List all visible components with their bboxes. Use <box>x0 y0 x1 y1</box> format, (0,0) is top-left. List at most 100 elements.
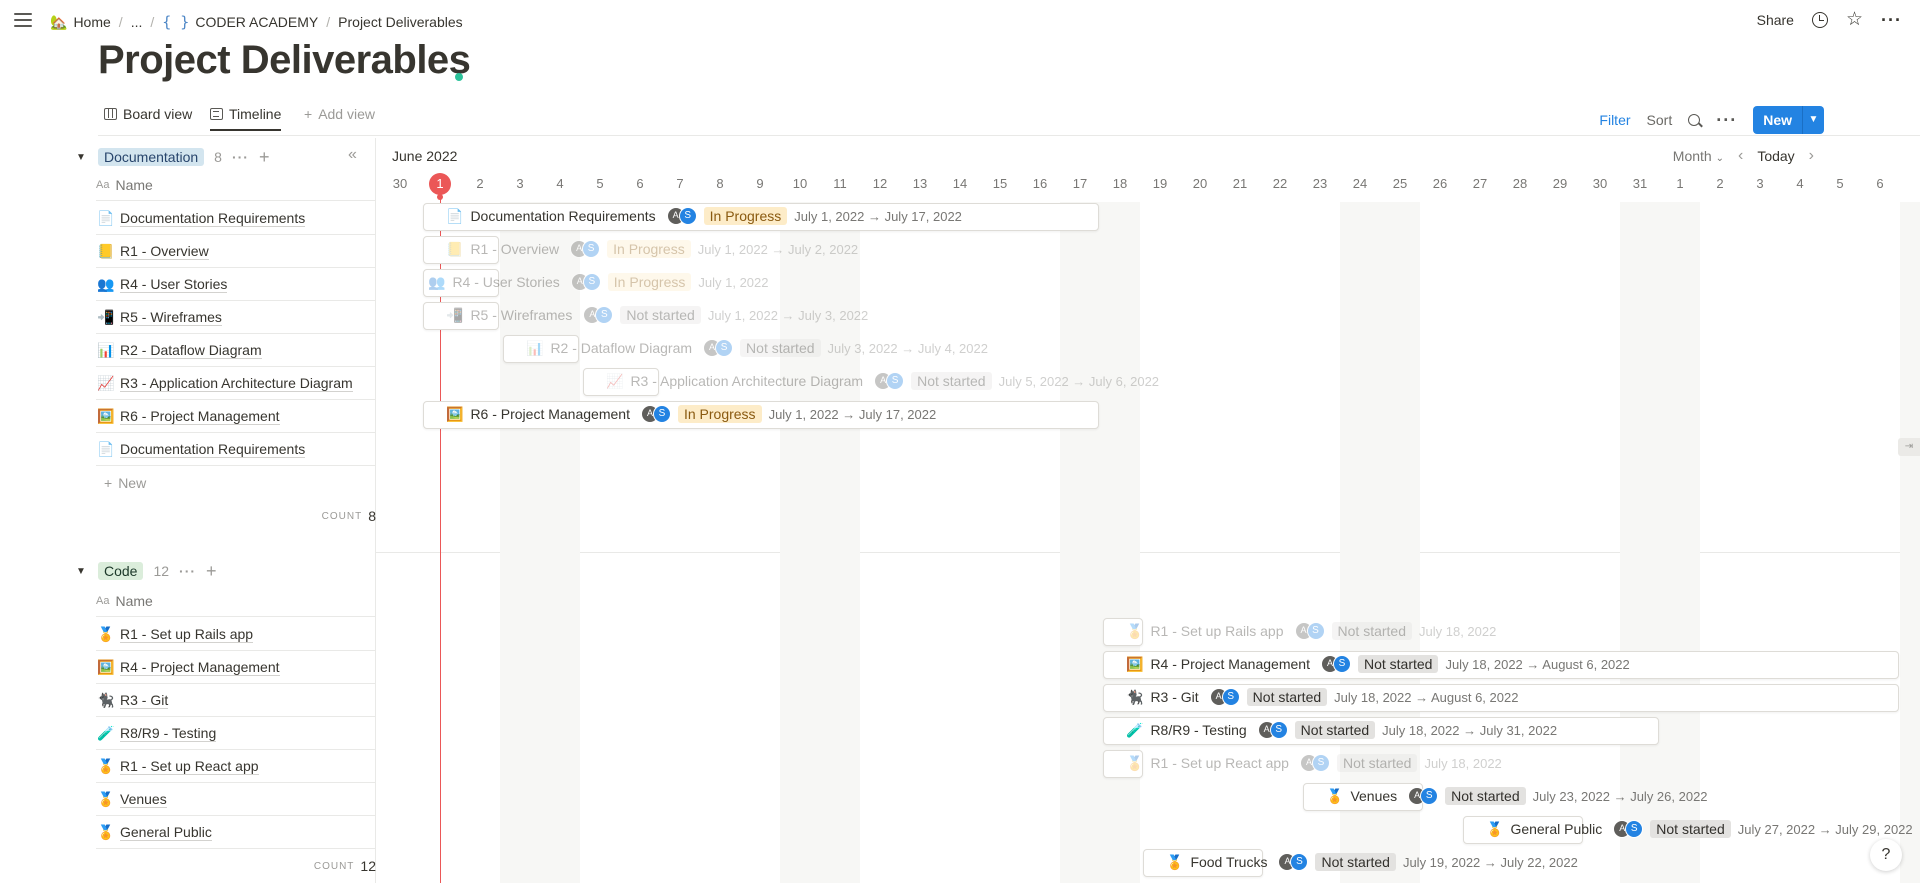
timeline-bar-content[interactable]: 📊 R2 - Dataflow Diagram A S Not started July … <box>526 339 988 357</box>
assignee-avatars[interactable]: AS <box>703 339 734 357</box>
breadcrumb-ellipsis[interactable]: ... <box>131 14 143 30</box>
next-arrow-icon[interactable]: › <box>1809 147 1814 165</box>
assignee-avatars[interactable]: AS <box>666 207 697 225</box>
group-name-code[interactable]: Code <box>98 562 144 580</box>
group-name-documentation[interactable]: Documentation <box>98 148 205 166</box>
table-row[interactable]: 📄 Documentation Requirements <box>96 202 376 235</box>
group-add-icon[interactable]: + <box>259 148 270 166</box>
timeline-bar-content[interactable]: 👥 R4 - User Stories A S In Progress July 1, 2… <box>428 273 769 291</box>
group-add-icon[interactable]: + <box>206 562 217 580</box>
status-badge[interactable]: Not started <box>1246 688 1328 706</box>
assignee-avatars[interactable]: AS <box>1209 688 1240 706</box>
collapse-triangle-icon[interactable]: ▼ <box>76 566 88 577</box>
menu-icon[interactable] <box>14 13 32 29</box>
count-footer[interactable]: COUNT 12 <box>96 851 376 881</box>
chevron-down-icon[interactable]: ▼ <box>1802 106 1824 134</box>
timeline-bar-content[interactable]: 🖼️ R6 - Project Management A S In Progress Ju… <box>446 405 936 423</box>
collapse-panel-icon[interactable]: « <box>348 146 357 164</box>
table-row[interactable]: 🏅 R1 - Set up Rails app <box>96 618 376 651</box>
view-more-icon[interactable]: ··· <box>1716 111 1737 129</box>
today-button[interactable]: Today <box>1757 148 1794 164</box>
timeline-bar-content[interactable]: 📄 Documentation Requirements A S In Progress… <box>446 207 962 225</box>
assignee-avatars[interactable]: AS <box>1320 655 1351 673</box>
table-row[interactable]: 🏅 R1 - Set up React app <box>96 750 376 783</box>
name-column-header[interactable]: Aa Name <box>96 169 376 201</box>
page-title[interactable]: Project Deliverables <box>98 38 471 83</box>
assignee-avatars[interactable]: AS <box>874 372 905 390</box>
collapse-triangle-icon[interactable]: ▼ <box>76 152 88 163</box>
timeline-bar-content[interactable]: 🏅 Food Trucks A S Not started July 19, 2022 →… <box>1166 853 1578 871</box>
group-more-icon[interactable]: ··· <box>232 149 249 165</box>
status-badge[interactable]: In Progress <box>677 405 762 423</box>
new-row-button[interactable]: + New <box>104 468 146 498</box>
timeline-bar-content[interactable]: 🧪 R8/R9 - Testing A S Not started July 18, 20… <box>1126 721 1557 739</box>
count-footer[interactable]: COUNT 8 <box>96 501 376 531</box>
sort-button[interactable]: Sort <box>1647 112 1673 128</box>
status-badge[interactable]: Not started <box>1650 820 1731 838</box>
breadcrumb-home[interactable]: 🏡 Home <box>50 14 111 31</box>
more-options-icon[interactable]: ··· <box>1881 11 1902 29</box>
assignee-avatars[interactable]: AS <box>1294 622 1325 640</box>
table-row[interactable]: 🖼️ R4 - Project Management <box>96 651 376 684</box>
new-button[interactable]: New <box>1753 106 1802 134</box>
add-view-button[interactable]: + Add view <box>304 106 375 122</box>
table-row[interactable]: 🧪 R8/R9 - Testing <box>96 717 376 750</box>
assignee-avatars[interactable]: AS <box>1299 754 1330 772</box>
timeline-bar-content[interactable]: 📒 R1 - Overview A S In Progress July 1, 2022 … <box>446 240 858 258</box>
previous-arrow-icon[interactable]: ‹ <box>1738 147 1743 165</box>
filter-button[interactable]: Filter <box>1599 112 1630 128</box>
status-badge[interactable]: Not started <box>1445 787 1526 805</box>
favorite-star-icon[interactable]: ☆ <box>1846 10 1863 29</box>
status-badge[interactable]: Not started <box>740 339 821 357</box>
assignee-avatars[interactable]: AS <box>1408 787 1439 805</box>
scale-select[interactable]: Month ⌄ <box>1673 148 1724 164</box>
history-clock-icon[interactable] <box>1811 12 1828 28</box>
table-row[interactable]: 📈 R3 - Application Architecture Diagram <box>96 367 376 400</box>
group-more-icon[interactable]: ··· <box>179 563 196 579</box>
timeline-bar-content[interactable]: 🐈‍⬛ R3 - Git A S Not started July 18, 2022 → … <box>1126 688 1518 706</box>
table-row[interactable]: 👥 R4 - User Stories <box>96 268 376 301</box>
table-row[interactable]: 📲 R5 - Wireframes <box>96 301 376 334</box>
status-badge[interactable]: Not started <box>1357 655 1439 673</box>
status-badge[interactable]: In Progress <box>703 207 788 225</box>
timeline-bar-content[interactable]: 🖼️ R4 - Project Management A S Not started Ju… <box>1126 655 1630 673</box>
status-badge[interactable]: Not started <box>620 306 701 324</box>
help-button[interactable]: ? <box>1870 839 1902 871</box>
status-badge[interactable]: Not started <box>1336 754 1418 772</box>
assignee-avatars[interactable]: AS <box>1257 721 1288 739</box>
status-badge[interactable]: In Progress <box>607 273 692 291</box>
timeline-bar-content[interactable]: 🏅 Venues A S Not started July 23, 2022 → July… <box>1326 787 1708 805</box>
breadcrumb-coder-academy[interactable]: { } CODER ACADEMY <box>162 13 318 31</box>
timeline-bar-content[interactable]: 🏅 R1 - Set up React app A S Not started July … <box>1126 754 1502 772</box>
table-row[interactable]: 🖼️ R6 - Project Management <box>96 400 376 433</box>
assignee-avatars[interactable]: AS <box>583 306 614 324</box>
status-badge[interactable]: Not started <box>1331 622 1412 640</box>
table-row[interactable]: 📄 Documentation Requirements <box>96 433 376 466</box>
table-row[interactable]: 🏅 General Public <box>96 816 376 849</box>
status-badge[interactable]: Not started <box>1315 853 1396 871</box>
breadcrumb-current-page[interactable]: Project Deliverables <box>338 14 463 30</box>
assignee-avatars[interactable]: AS <box>570 240 601 258</box>
status-badge[interactable]: Not started <box>911 372 992 390</box>
table-row[interactable]: 🏅 Venues <box>96 783 376 816</box>
timeline-canvas: June 2022 Month ⌄ ‹ Today › 30 1 2 3 4 5 6 7 8 9 1… <box>376 138 1920 883</box>
status-badge[interactable]: In Progress <box>607 240 691 258</box>
timeline-bar-content[interactable]: 📈 R3 - Application Architecture Diagram A S… <box>606 372 1159 390</box>
assignee-avatars[interactable]: AS <box>640 405 671 423</box>
tab-board-view[interactable]: Board view <box>104 106 192 122</box>
table-row[interactable]: 🐈‍⬛ R3 - Git <box>96 684 376 717</box>
timeline-bar-content[interactable]: 📲 R5 - Wireframes A S Not started July 1, 202… <box>446 306 868 324</box>
timeline-bar-content[interactable]: 🏅 R1 - Set up Rails app A S Not started July … <box>1126 622 1496 640</box>
search-icon[interactable] <box>1688 114 1701 126</box>
share-button[interactable]: Share <box>1757 12 1794 28</box>
table-row[interactable]: 📊 R2 - Dataflow Diagram <box>96 334 376 367</box>
name-column-header[interactable]: Aa Name <box>96 585 376 617</box>
assignee-avatars[interactable]: AS <box>570 273 601 291</box>
open-in-side-icon[interactable]: ⇥ <box>1898 438 1920 456</box>
tab-timeline[interactable]: Timeline <box>210 106 282 131</box>
assignee-avatars[interactable]: AS <box>1613 820 1644 838</box>
status-badge[interactable]: Not started <box>1294 721 1376 739</box>
table-row[interactable]: 📒 R1 - Overview <box>96 235 376 268</box>
assignee-avatars[interactable]: AS <box>1278 853 1309 871</box>
timeline-bar-content[interactable]: 🏅 General Public A S Not started July 27, 202… <box>1486 820 1913 838</box>
